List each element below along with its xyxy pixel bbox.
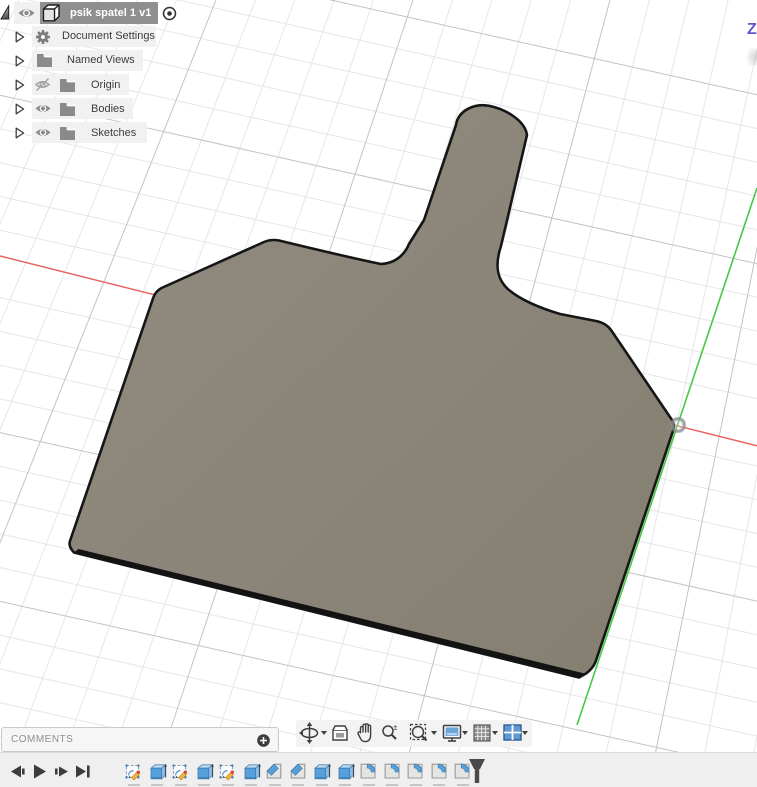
svg-text:Z: Z <box>747 21 757 38</box>
svg-text:±: ± <box>393 724 398 732</box>
